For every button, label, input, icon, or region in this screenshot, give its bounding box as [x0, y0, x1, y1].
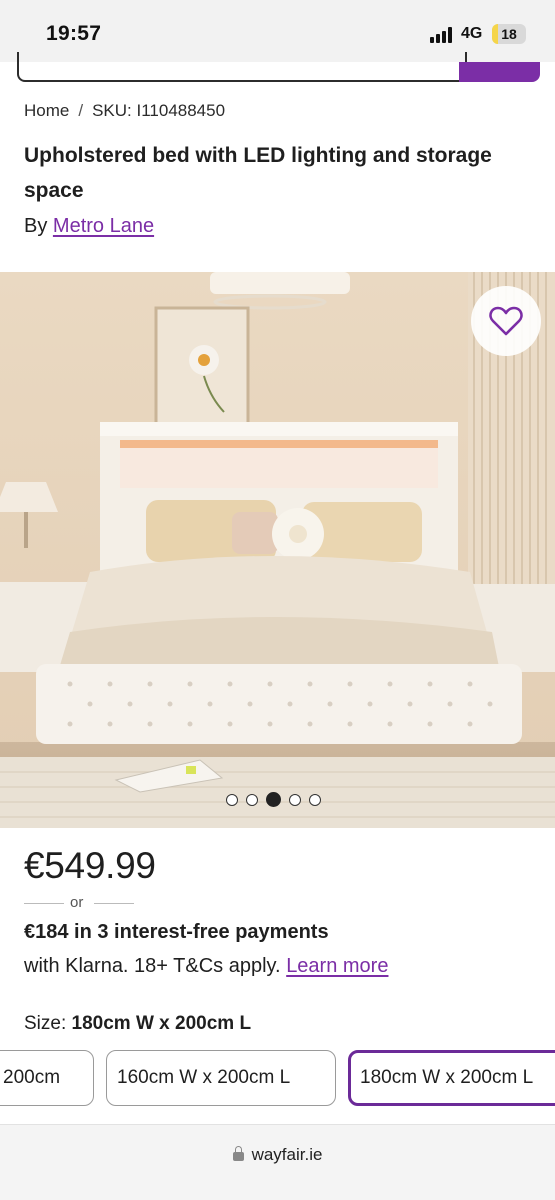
klarna-line: with Klarna. 18+ T&Cs apply. Learn more: [24, 955, 388, 978]
url-display: wayfair.ie: [0, 1145, 555, 1165]
size-option-label: 180cm W x 200cm L: [360, 1067, 534, 1088]
size-option-label: 160cm W x 200cm L: [117, 1067, 291, 1088]
breadcrumb-separator: /: [78, 101, 84, 120]
status-time: 19:57: [46, 22, 102, 45]
search-input[interactable]: [17, 52, 467, 82]
product-image[interactable]: [0, 272, 555, 828]
pagination-dot[interactable]: [309, 793, 321, 806]
size-label-prefix: Size:: [24, 1013, 67, 1034]
klarna-text: with Klarna. 18+ T&Cs apply.: [24, 955, 281, 977]
size-selected-value: 180cm W x 200cm L: [71, 1013, 252, 1034]
breadcrumb: Home / SKU: I110488450: [24, 101, 225, 121]
lock-icon: [232, 1146, 244, 1161]
brand-link[interactable]: Metro Lane: [53, 215, 154, 237]
learn-more-link[interactable]: Learn more: [286, 955, 388, 977]
byline-prefix: By: [24, 215, 48, 237]
network-type: 4G: [461, 25, 483, 42]
heart-icon: [489, 306, 523, 336]
image-pagination: [226, 792, 321, 807]
battery-icon: 18: [492, 24, 526, 44]
url-text: wayfair.ie: [251, 1145, 323, 1164]
pagination-dot[interactable]: [246, 793, 258, 806]
product-byline: By Metro Lane: [24, 215, 154, 238]
pagination-dot[interactable]: [226, 793, 238, 806]
size-option[interactable]: 200cm: [0, 1050, 94, 1106]
browser-url-bar[interactable]: wayfair.ie: [0, 1124, 555, 1200]
or-divider: or: [24, 894, 154, 912]
breadcrumb-home[interactable]: Home: [24, 101, 69, 121]
search-button[interactable]: [459, 62, 540, 82]
pagination-dot-active[interactable]: [266, 792, 281, 807]
installment-text: €184 in 3 interest-free payments: [24, 921, 329, 943]
or-text: or: [70, 894, 84, 911]
breadcrumb-sku: SKU: I110488450: [92, 101, 226, 120]
favorite-button[interactable]: [471, 286, 541, 356]
product-price: €549.99: [24, 845, 156, 886]
pagination-dot[interactable]: [289, 793, 301, 806]
battery-level: 18: [501, 26, 517, 42]
product-image-illustration: [0, 272, 555, 828]
size-option[interactable]: 160cm W x 200cm L: [106, 1050, 336, 1106]
product-title: Upholstered bed with LED lighting and st…: [24, 144, 492, 202]
size-option-selected[interactable]: 180cm W x 200cm L: [348, 1050, 555, 1106]
signal-icon: [430, 27, 456, 43]
size-label: Size: 180cm W x 200cm L: [24, 1013, 251, 1035]
size-option-label: 200cm: [3, 1067, 61, 1088]
